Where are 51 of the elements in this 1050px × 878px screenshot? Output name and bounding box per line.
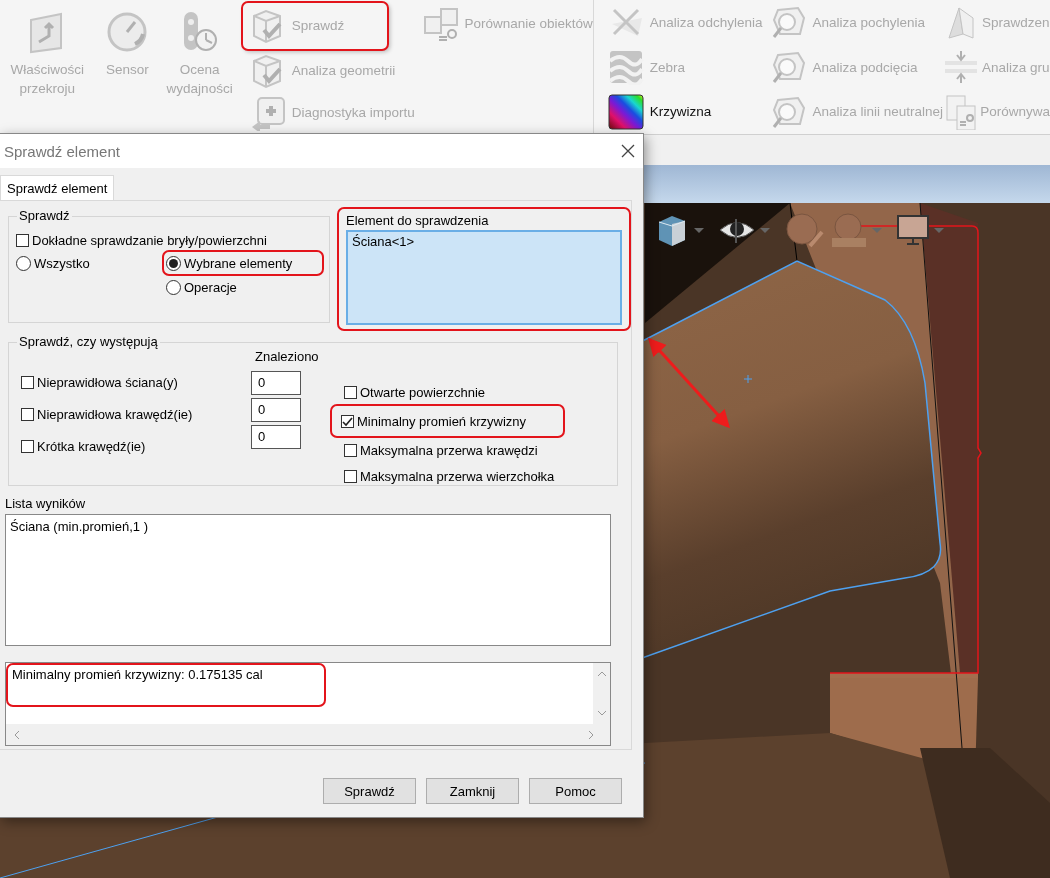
caret-icon[interactable] — [694, 227, 704, 233]
column-header: Znaleziono — [254, 349, 320, 364]
checkbox[interactable] — [344, 443, 357, 457]
count-field[interactable]: 0 — [251, 425, 301, 449]
checkbox[interactable] — [16, 234, 29, 247]
field-label: Element do sprawdzenia — [346, 213, 490, 228]
window-title: Sprawdź element — [4, 142, 120, 160]
documents-compare-icon — [943, 93, 978, 130]
checkbox[interactable] — [341, 414, 354, 428]
cubes-compare-icon — [422, 5, 459, 41]
tab[interactable]: Sprawdź element — [0, 175, 115, 200]
dialog-button[interactable]: Zamknij — [426, 778, 519, 804]
radio-button[interactable] — [16, 255, 31, 271]
radio-button[interactable] — [166, 279, 181, 295]
group-title: Sprawdź — [17, 208, 72, 223]
option-label[interactable]: Dokładne sprawdzanie bryły/powierzchni — [32, 233, 267, 248]
checkbox[interactable] — [21, 376, 34, 389]
option-label[interactable]: Minimalny promień krzywizny — [357, 413, 527, 429]
option-label[interactable]: Nieprawidłowa krawędź(ie) — [37, 407, 193, 422]
rainbow-square-icon — [607, 93, 644, 130]
option-label[interactable]: Maksymalna przerwa wierzchołka — [360, 468, 555, 484]
thickness-arrows-icon — [943, 49, 979, 85]
monitor-icon[interactable] — [896, 214, 930, 246]
checkbox[interactable] — [21, 408, 34, 421]
dialog-button[interactable]: Sprawdź — [323, 778, 416, 804]
output-text: Minimalny promień krzywizny: 0.175135 cal — [7, 664, 325, 706]
count-field[interactable]: 0 — [251, 398, 301, 422]
checkbox[interactable] — [21, 440, 34, 453]
option-label[interactable]: Wybrane elementy — [184, 255, 293, 271]
radio-button[interactable] — [166, 255, 181, 271]
count-field[interactable]: 0 — [251, 371, 301, 395]
list-label: Lista wyników — [5, 496, 87, 511]
option-label[interactable]: Wszystko — [34, 255, 90, 271]
option-label[interactable]: Otwarte powierzchnie — [360, 384, 485, 400]
checkbox[interactable] — [344, 385, 357, 399]
list-item[interactable]: Ściana (min.promień,1 ) — [10, 519, 606, 534]
magnifier-solid-icon — [770, 49, 807, 85]
option-label[interactable]: Nieprawidłowa ściana(y) — [37, 375, 178, 390]
ribbon-tool-button[interactable]: Krzywizna — [599, 89, 763, 134]
results-list[interactable]: Ściana (min.promień,1 ) — [5, 514, 611, 646]
stripes-icon — [607, 49, 644, 85]
group-title: Sprawdź, czy występują — [17, 334, 160, 349]
dialog-button[interactable]: Pomoc — [529, 778, 622, 804]
option-label[interactable]: Maksymalna przerwa krawędzi — [360, 442, 538, 458]
sphere-pencil-icon[interactable] — [784, 212, 824, 248]
selection-list[interactable]: Ściana<1> — [346, 230, 622, 325]
option-label[interactable]: Krótka krawędź(ie) — [37, 439, 146, 454]
list-item[interactable]: Ściana<1> — [352, 234, 616, 249]
checkbox[interactable] — [344, 469, 357, 483]
option-label[interactable]: Operacje — [184, 279, 237, 295]
close-icon[interactable] — [621, 144, 635, 158]
